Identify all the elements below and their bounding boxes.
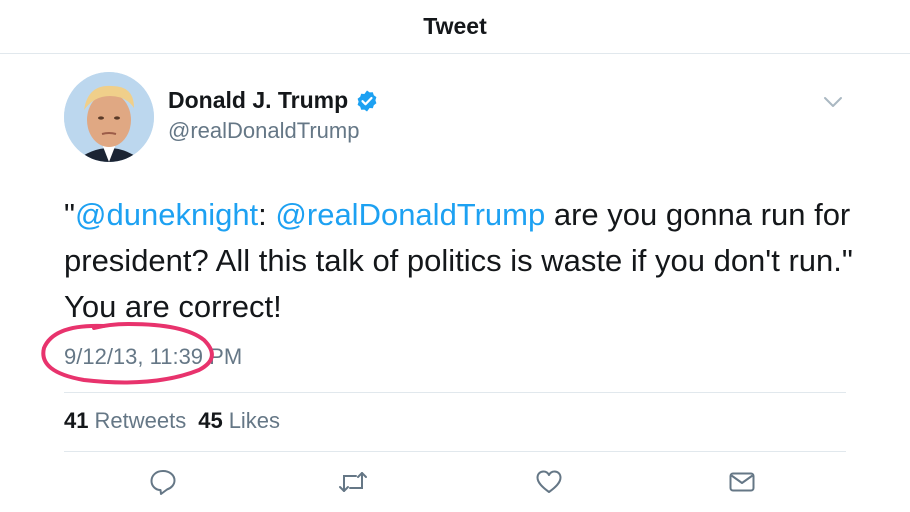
divider — [64, 451, 846, 452]
mention-separator: : — [258, 197, 276, 232]
author-handle[interactable]: @realDonaldTrump — [168, 118, 359, 144]
tweet-text: "@duneknight: @realDonaldTrump are you g… — [64, 192, 864, 330]
mention-link-duneknight[interactable]: @duneknight — [75, 197, 258, 232]
avatar-image — [64, 72, 154, 162]
quote-mark: " — [64, 197, 76, 232]
reply-button[interactable] — [146, 465, 180, 499]
author-name-row[interactable]: Donald J. Trump — [168, 87, 379, 114]
author-name[interactable]: Donald J. Trump — [168, 87, 348, 114]
tweet-page: Tweet Donald J. Trump @realDonaldTrump "… — [0, 0, 910, 512]
like-button[interactable] — [532, 465, 566, 499]
mention-link-realdonaldtrump[interactable]: @realDonaldTrump — [275, 197, 545, 232]
retweet-button[interactable] — [336, 465, 370, 499]
envelope-icon — [729, 472, 755, 492]
reply-icon — [150, 470, 176, 495]
chevron-down-icon[interactable] — [822, 94, 844, 110]
retweet-icon — [339, 472, 367, 492]
engagement-stats: 41 Retweets 45 Likes — [64, 408, 292, 434]
like-icon — [536, 470, 562, 493]
page-title: Tweet — [423, 13, 487, 39]
retweets-count[interactable]: 41 — [64, 408, 88, 434]
action-bar — [0, 465, 910, 499]
divider — [64, 392, 846, 393]
likes-label[interactable]: Likes — [229, 408, 280, 434]
header-bar: Tweet — [0, 0, 910, 54]
timestamp[interactable]: 9/12/13, 11:39 PM — [64, 344, 242, 370]
direct-message-button[interactable] — [725, 465, 759, 499]
retweets-label[interactable]: Retweets — [94, 408, 186, 434]
verified-badge-icon — [355, 89, 379, 113]
likes-count[interactable]: 45 — [198, 408, 222, 434]
avatar[interactable] — [64, 72, 154, 162]
